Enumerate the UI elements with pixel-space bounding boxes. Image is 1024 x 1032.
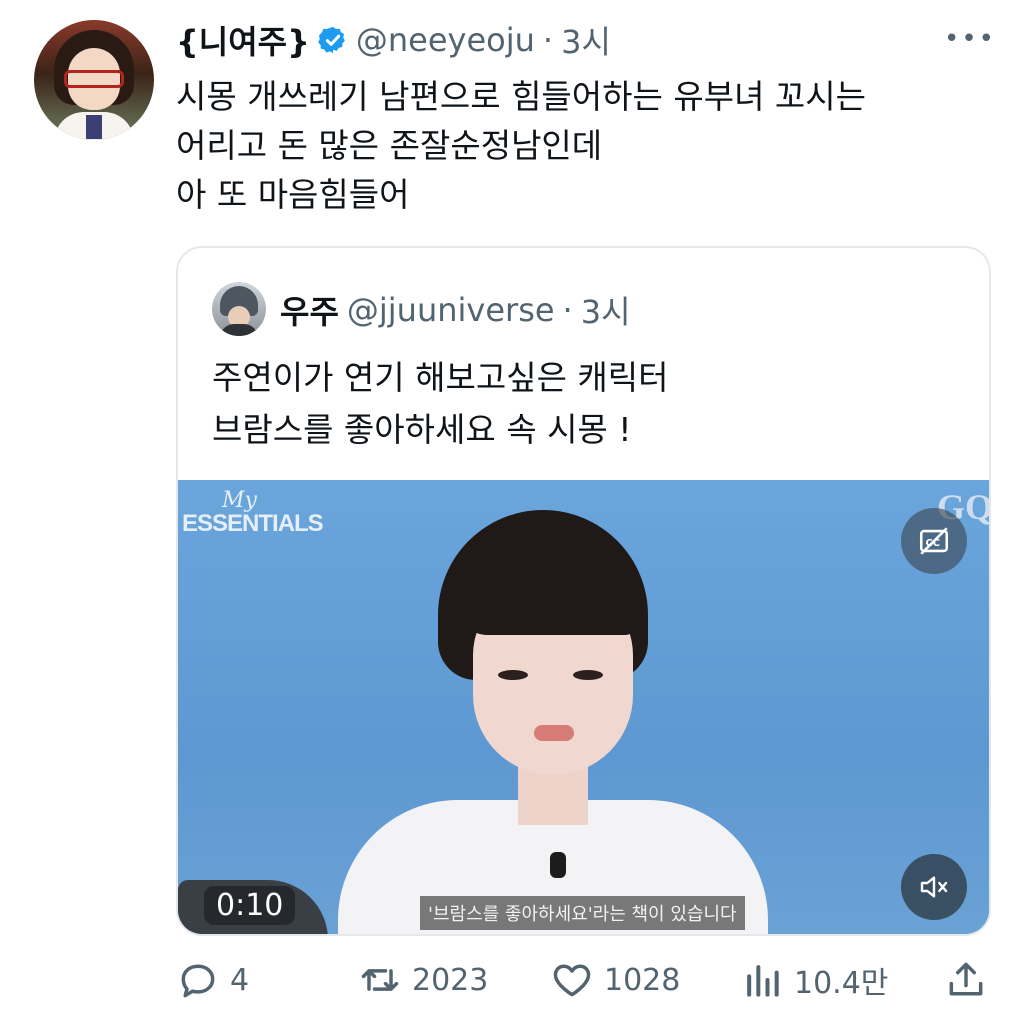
quoted-tweet[interactable]: 우주 @jjuuniverse · 3시 주연이가 연기 해보고싶은 캐릭터 브… xyxy=(176,246,991,936)
views-icon xyxy=(747,965,779,997)
like-count: 1028 xyxy=(604,962,681,998)
avatar-glasses xyxy=(64,70,124,88)
quoted-author-avatar[interactable] xyxy=(212,282,266,336)
person-bangs xyxy=(458,540,633,635)
tweet-actions: 4 2023 1028 10.4만 xyxy=(176,952,996,1012)
tweet-body: 시몽 개쓰레기 남편으로 힘들어하는 유부녀 꼬시는 어리고 돈 많은 존잘순정… xyxy=(176,72,996,219)
retweet-icon xyxy=(361,969,399,991)
like-button[interactable]: 1028 xyxy=(550,952,680,1008)
video-subtitle: '브람스를 좋아하세요'라는 책이 있습니다 xyxy=(420,896,745,930)
lapel-microphone xyxy=(550,852,566,878)
tweet-time[interactable]: 3시 xyxy=(561,17,611,63)
tweet-line: 시몽 개쓰레기 남편으로 힘들어하는 유부녀 꼬시는 xyxy=(176,77,867,116)
retweet-count: 2023 xyxy=(412,962,489,998)
reply-icon xyxy=(181,964,215,998)
like-icon xyxy=(553,964,591,997)
quoted-author-name[interactable]: 우주 xyxy=(280,287,339,333)
video-duration: 0:10 xyxy=(204,886,296,925)
reply-button[interactable]: 4 xyxy=(176,952,249,1008)
video-brand-essentials: ESSENTIALS xyxy=(182,510,324,537)
mute-icon xyxy=(920,876,948,898)
closed-captions-off-icon: CC xyxy=(919,527,949,555)
author-handle[interactable]: @neeyeoju xyxy=(356,21,535,59)
closed-captions-button[interactable]: CC xyxy=(901,508,967,574)
verified-badge-icon[interactable] xyxy=(318,25,348,55)
tweet-line: 아 또 마음힘들어 xyxy=(176,175,410,214)
header-separator: · xyxy=(542,21,554,59)
quoted-tweet-time[interactable]: 3시 xyxy=(581,287,631,333)
tweet-header: {니여주} @neeyeoju · 3시 xyxy=(176,14,611,66)
reply-count: 4 xyxy=(230,962,250,998)
tweet-line: 어리고 돈 많은 존잘순정남인데 xyxy=(176,126,603,165)
share-icon xyxy=(949,962,983,996)
more-options-icon[interactable]: ••• xyxy=(944,24,996,54)
avatar-body xyxy=(220,324,258,336)
views-count: 10.4만 xyxy=(794,966,889,1001)
quoted-tweet-line: 브람스를 좋아하세요 속 시몽 ! xyxy=(212,410,632,449)
views-button[interactable]: 10.4만 xyxy=(740,952,888,1008)
video-player[interactable]: My ESSENTIALS GQ CC 0:10 '브람스를 좋아하세요'라는 … xyxy=(178,480,989,934)
mute-button[interactable] xyxy=(901,854,967,920)
person-mouth xyxy=(534,725,574,741)
quoted-tweet-header: 우주 @jjuuniverse · 3시 xyxy=(280,284,631,336)
person-eye xyxy=(573,670,603,680)
quoted-tweet-line: 주연이가 연기 해보고싶은 캐릭터 xyxy=(212,358,669,397)
quoted-tweet-body: 주연이가 연기 해보고싶은 캐릭터 브람스를 좋아하세요 속 시몽 ! xyxy=(212,352,669,456)
header-separator: · xyxy=(562,291,573,329)
avatar-tie xyxy=(86,115,102,139)
video-person xyxy=(308,500,808,934)
retweet-button[interactable]: 2023 xyxy=(358,952,488,1008)
share-button[interactable] xyxy=(944,952,988,1008)
person-eye xyxy=(498,670,528,680)
author-display-name[interactable]: {니여주} xyxy=(176,17,310,63)
author-avatar[interactable] xyxy=(34,20,154,140)
quoted-author-handle[interactable]: @jjuuniverse xyxy=(347,291,555,329)
